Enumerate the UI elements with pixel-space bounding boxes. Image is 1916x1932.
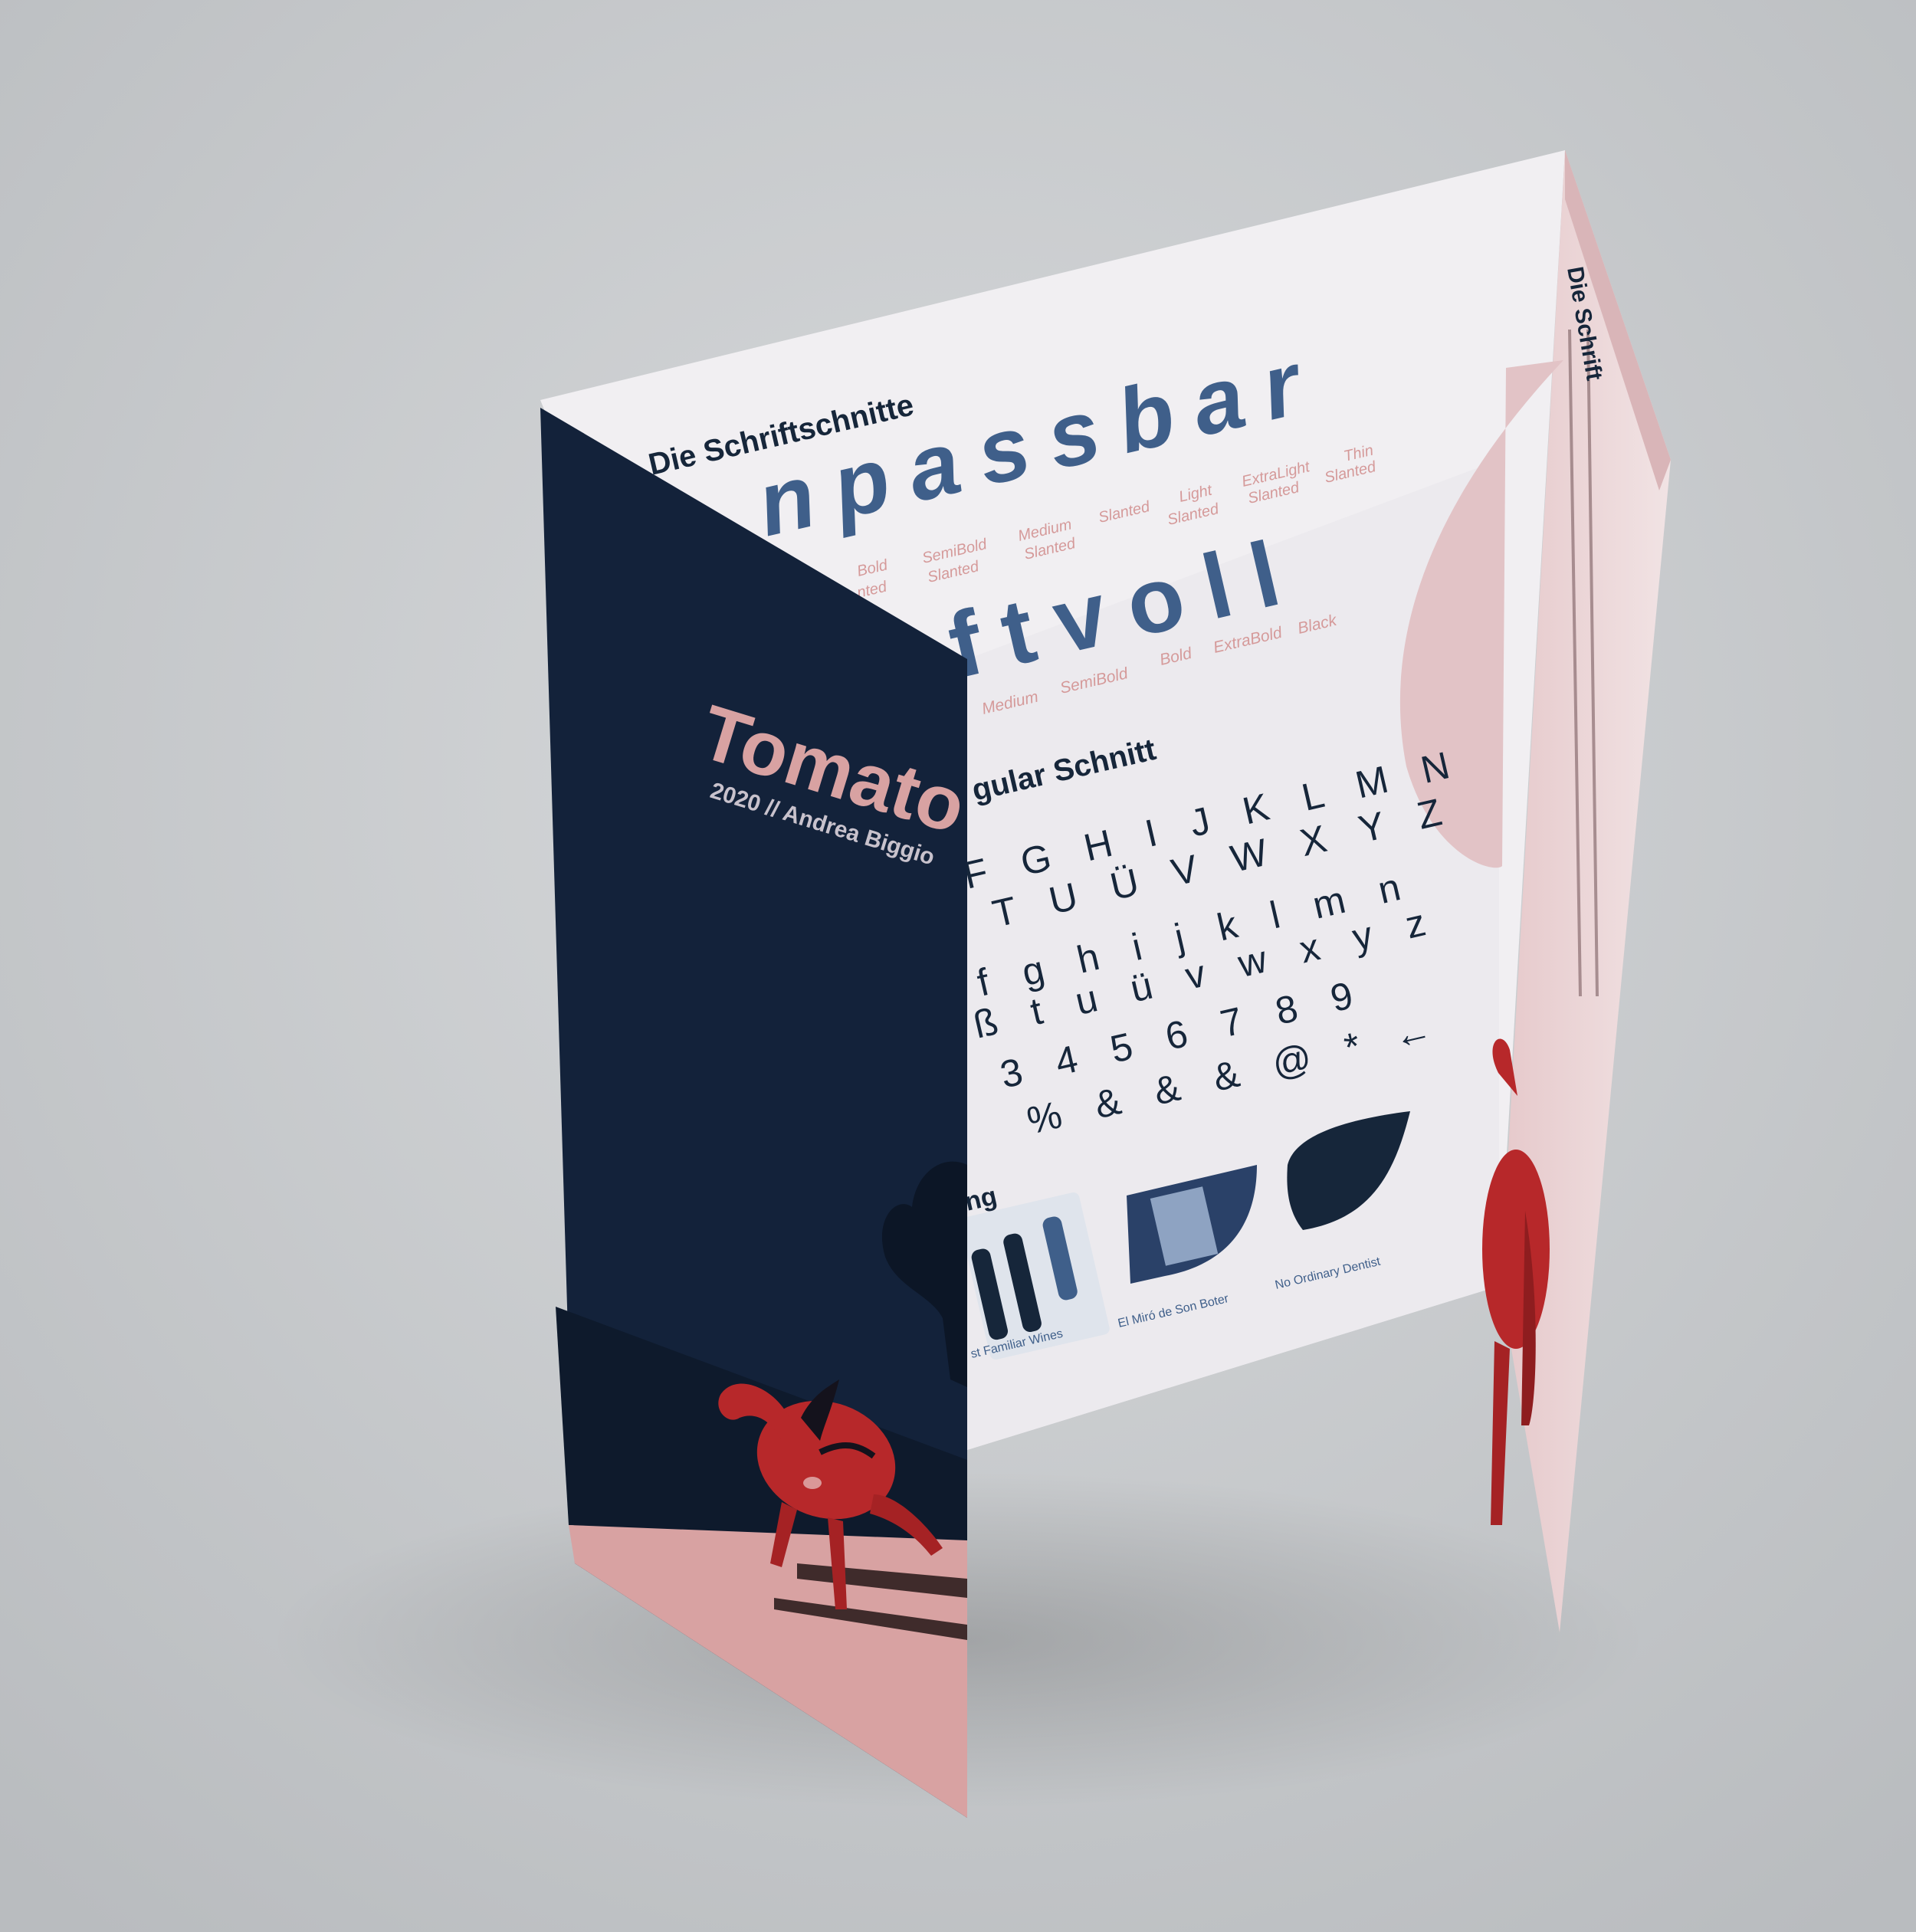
photo-scene: Die Schrift Die Schriftschnitte npassbar… <box>0 0 1916 1932</box>
